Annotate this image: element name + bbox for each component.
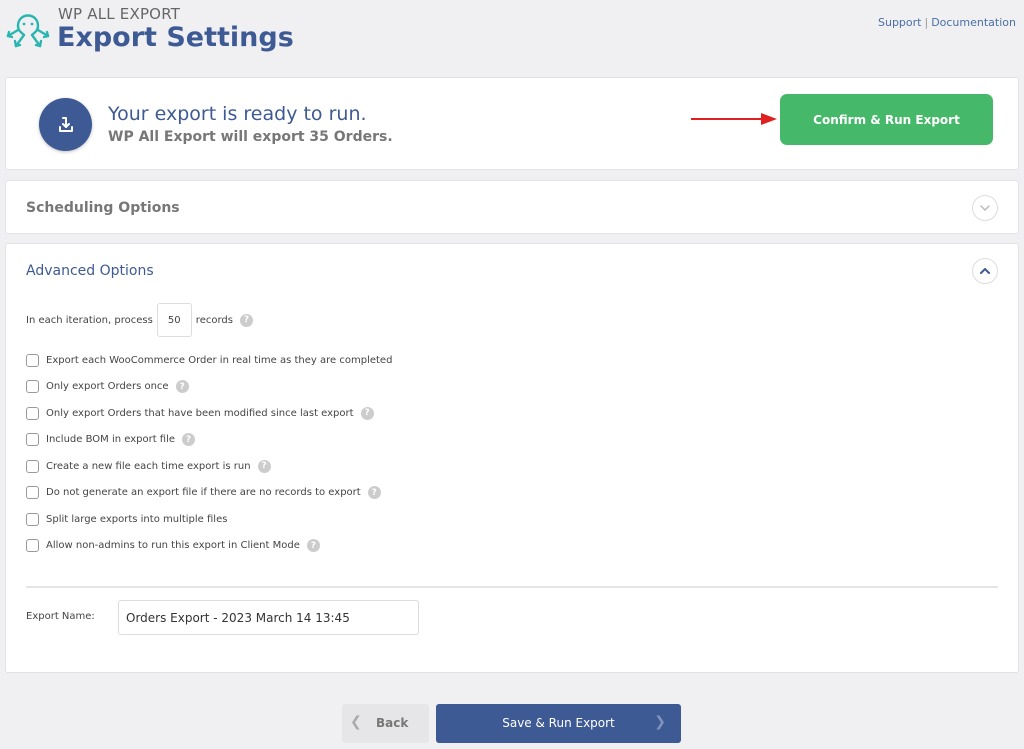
page-header: WP ALL EXPORT Export Settings Support | Do… — [0, 0, 1024, 72]
option-checkbox[interactable] — [26, 512, 39, 526]
confirm-run-export-button[interactable]: Confirm & Run Export — [780, 94, 993, 145]
option-checkbox[interactable] — [26, 459, 39, 473]
save-label: Save & Run Export — [502, 716, 615, 730]
option-row: Allow non-admins to run this export in C… — [26, 533, 392, 560]
collapse-advanced-button[interactable] — [972, 258, 998, 284]
option-label[interactable]: Include BOM in export file — [46, 434, 175, 445]
option-label[interactable]: Create a new file each time export is ru… — [46, 461, 251, 472]
top-links: Support | Documentation — [878, 16, 1016, 29]
iteration-suffix: records — [195, 314, 233, 326]
option-row: Split large exports into multiple files — [26, 506, 392, 533]
help-icon[interactable]: ? — [360, 406, 374, 420]
option-checkbox[interactable] — [26, 433, 39, 447]
option-row: Include BOM in export file? — [26, 427, 392, 454]
page-title: Export Settings — [57, 22, 294, 53]
option-label[interactable]: Only export Orders that have been modifi… — [46, 408, 354, 419]
support-link[interactable]: Support — [878, 16, 921, 29]
advanced-options-list: Export each WooCommerce Order in real ti… — [26, 347, 392, 559]
option-row: Create a new file each time export is ru… — [26, 453, 392, 480]
help-icon[interactable]: ? — [306, 539, 320, 553]
help-icon[interactable]: ? — [367, 486, 381, 500]
red-arrow-icon — [691, 113, 777, 125]
option-checkbox[interactable] — [26, 406, 39, 420]
chevron-left-icon: ❮ — [350, 714, 362, 730]
download-icon — [39, 98, 92, 151]
ready-heading: Your export is ready to run. — [108, 103, 367, 125]
help-icon[interactable]: ? — [257, 459, 271, 473]
help-icon[interactable]: ? — [182, 433, 196, 447]
help-icon[interactable]: ? — [175, 380, 189, 394]
option-label[interactable]: Do not generate an export file if there … — [46, 487, 361, 498]
iteration-prefix: In each iteration, process — [26, 314, 153, 326]
back-button[interactable]: ❮ Back — [342, 704, 429, 743]
brand-name: WP ALL EXPORT — [58, 5, 181, 23]
export-ready-panel: Your export is ready to run. WP All Expo… — [5, 77, 1019, 170]
export-name-label: Export Name: — [26, 611, 95, 622]
option-label[interactable]: Only export Orders once — [46, 381, 169, 392]
export-name-input[interactable] — [118, 600, 419, 635]
iteration-row: In each iteration, process records ? — [26, 303, 253, 337]
option-row: Only export Orders once? — [26, 374, 392, 401]
chevron-up-icon — [980, 268, 990, 274]
option-label[interactable]: Export each WooCommerce Order in real ti… — [46, 355, 392, 366]
option-label[interactable]: Allow non-admins to run this export in C… — [46, 540, 300, 551]
chevron-right-icon: ❯ — [654, 714, 666, 730]
documentation-link[interactable]: Documentation — [931, 16, 1016, 29]
option-row: Only export Orders that have been modifi… — [26, 400, 392, 427]
scheduling-options-panel[interactable]: Scheduling Options — [5, 180, 1019, 234]
option-checkbox[interactable] — [26, 380, 39, 394]
chevron-down-icon — [980, 205, 990, 211]
back-label: Back — [376, 716, 409, 730]
ready-subheading: WP All Export will export 35 Orders. — [108, 129, 393, 145]
option-checkbox[interactable] — [26, 486, 39, 500]
expand-scheduling-button[interactable] — [972, 195, 998, 221]
records-per-iteration-input[interactable] — [156, 303, 192, 337]
divider — [26, 586, 998, 588]
advanced-options-title: Advanced Options — [26, 263, 154, 279]
help-icon[interactable]: ? — [239, 313, 253, 327]
octopus-logo-icon — [6, 14, 50, 48]
scheduling-options-title: Scheduling Options — [26, 200, 180, 216]
option-label[interactable]: Split large exports into multiple files — [46, 514, 227, 525]
link-separator: | — [924, 16, 929, 29]
option-row: Do not generate an export file if there … — [26, 480, 392, 507]
advanced-options-panel: Advanced Options In each iteration, proc… — [5, 243, 1019, 673]
option-checkbox[interactable] — [26, 353, 39, 367]
save-run-export-button[interactable]: Save & Run Export ❯ — [436, 704, 681, 743]
option-row: Export each WooCommerce Order in real ti… — [26, 347, 392, 374]
option-checkbox[interactable] — [26, 539, 39, 553]
